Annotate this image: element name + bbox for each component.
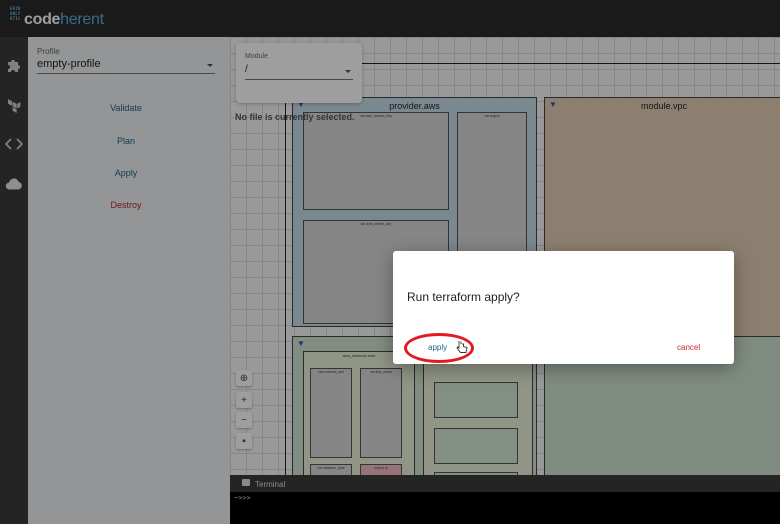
hand-cursor-icon — [456, 341, 468, 353]
dialog-cancel-button[interactable]: cancel — [677, 343, 700, 352]
dialog-apply-button[interactable]: apply — [428, 343, 447, 352]
confirm-dialog: Run terraform apply? apply cancel — [393, 251, 734, 364]
dialog-title: Run terraform apply? — [407, 290, 520, 304]
